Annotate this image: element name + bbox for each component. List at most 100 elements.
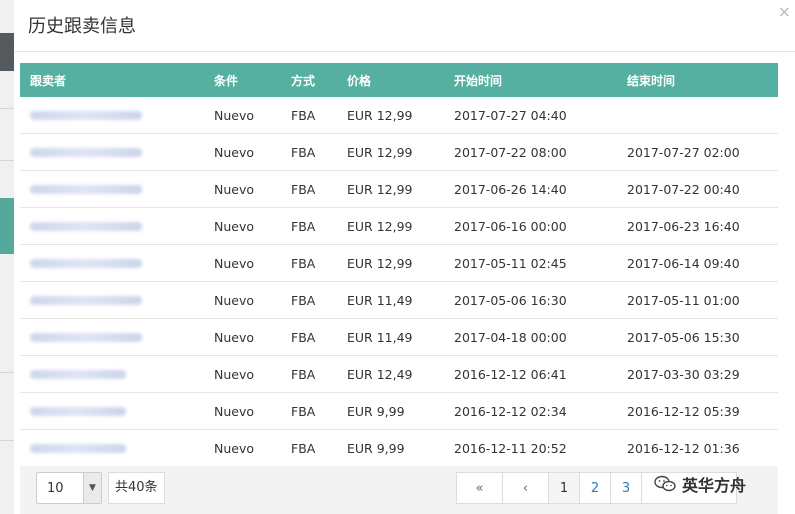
close-icon[interactable]: × (778, 4, 791, 20)
mode-cell: FBA (291, 292, 316, 308)
background-divider (0, 440, 14, 441)
page-button-2[interactable]: 2 (579, 472, 611, 504)
prev-page-button[interactable]: ‹ (502, 472, 549, 504)
condition-cell: Nuevo (214, 107, 255, 123)
background-divider (0, 108, 14, 109)
end-time-cell: 2017-07-27 02:00 (627, 144, 740, 160)
condition-cell: Nuevo (214, 218, 255, 234)
condition-cell: Nuevo (214, 329, 255, 345)
total-count: 共40条 (108, 472, 165, 504)
seller-cell (20, 182, 200, 197)
redacted-seller-name (30, 369, 126, 379)
page-button-1[interactable]: 1 (548, 472, 580, 504)
table-row: Nuevo FBA EUR 11,49 2017-04-18 00:00 2017-05… (20, 319, 778, 356)
chevron-down-icon[interactable]: ▼ (83, 473, 101, 503)
start-time-cell: 2017-07-27 04:40 (454, 107, 567, 123)
table-header: 跟卖者 条件 方式 价格 开始时间 结束时间 (20, 63, 778, 97)
column-header-price[interactable]: 价格 (333, 72, 440, 89)
end-time-cell: 2017-05-11 01:00 (627, 292, 740, 308)
end-time-cell: 2016-12-12 05:39 (627, 403, 740, 419)
seller-cell (20, 441, 200, 456)
background-dark-button (0, 33, 14, 71)
condition-cell: Nuevo (214, 440, 255, 456)
mode-cell: FBA (291, 144, 316, 160)
mode-cell: FBA (291, 366, 316, 382)
seller-cell (20, 404, 200, 419)
redacted-seller-name (30, 295, 142, 305)
price-cell: EUR 12,99 (347, 107, 413, 123)
column-header-end-time[interactable]: 结束时间 (613, 72, 778, 89)
seller-cell (20, 293, 200, 308)
seller-cell (20, 256, 200, 271)
redacted-seller-name (30, 221, 142, 231)
end-time-cell: 2016-12-12 01:36 (627, 440, 740, 456)
mode-cell: FBA (291, 218, 316, 234)
redacted-seller-name (30, 110, 142, 120)
condition-cell: Nuevo (214, 181, 255, 197)
background-divider (0, 160, 14, 161)
end-time-cell: 2017-07-22 00:40 (627, 181, 740, 197)
table-row: Nuevo FBA EUR 11,49 2017-05-06 16:30 2017-05… (20, 282, 778, 319)
mode-cell: FBA (291, 181, 316, 197)
price-cell: EUR 11,49 (347, 329, 413, 345)
price-cell: EUR 12,99 (347, 255, 413, 271)
table-row: Nuevo FBA EUR 12,99 2017-07-27 04:40 (20, 97, 778, 134)
end-time-cell: 2017-06-14 09:40 (627, 255, 740, 271)
table-row: Nuevo FBA EUR 12,99 2017-05-11 02:45 2017-06… (20, 245, 778, 282)
history-table: 跟卖者 条件 方式 价格 开始时间 结束时间 Nuevo FBA EUR 12,99… (20, 63, 778, 467)
page-button-3[interactable]: 3 (610, 472, 642, 504)
start-time-cell: 2017-05-06 16:30 (454, 292, 567, 308)
table-body: Nuevo FBA EUR 12,99 2017-07-27 04:40 Nuevo FB… (20, 97, 778, 467)
start-time-cell: 2016-12-12 06:41 (454, 366, 567, 382)
watermark-text: 英华方舟 (682, 476, 747, 495)
modal-title: 历史跟卖信息 (28, 16, 136, 37)
wechat-icon (654, 475, 676, 493)
seller-cell (20, 219, 200, 234)
column-header-condition[interactable]: 条件 (200, 72, 277, 89)
seller-cell (20, 145, 200, 160)
table-footer: 10 ▼ 共40条 « ‹ 1 2 3 英华方舟 (20, 466, 778, 514)
start-time-cell: 2017-07-22 08:00 (454, 144, 567, 160)
mode-cell: FBA (291, 255, 316, 271)
table-row: Nuevo FBA EUR 9,99 2016-12-12 02:34 2016-12-… (20, 393, 778, 430)
end-time-cell: 2017-03-30 03:29 (627, 366, 740, 382)
price-cell: EUR 12,99 (347, 218, 413, 234)
mode-cell: FBA (291, 403, 316, 419)
first-page-button[interactable]: « (456, 472, 503, 504)
mode-cell: FBA (291, 440, 316, 456)
page-size-value: 10 (47, 481, 64, 496)
page-size-select[interactable]: 10 ▼ (36, 472, 102, 504)
condition-cell: Nuevo (214, 255, 255, 271)
seller-cell (20, 108, 200, 123)
price-cell: EUR 9,99 (347, 440, 405, 456)
condition-cell: Nuevo (214, 366, 255, 382)
price-cell: EUR 12,49 (347, 366, 413, 382)
end-time-cell: 2017-06-23 16:40 (627, 218, 740, 234)
price-cell: EUR 9,99 (347, 403, 405, 419)
column-header-mode[interactable]: 方式 (277, 72, 333, 89)
price-cell: EUR 11,49 (347, 292, 413, 308)
redacted-seller-name (30, 258, 142, 268)
price-cell: EUR 12,99 (347, 144, 413, 160)
mode-cell: FBA (291, 329, 316, 345)
start-time-cell: 2017-06-26 14:40 (454, 181, 567, 197)
background-divider (0, 372, 14, 373)
column-header-start-time[interactable]: 开始时间 (440, 72, 613, 89)
table-row: Nuevo FBA EUR 12,99 2017-06-16 00:00 2017-06… (20, 208, 778, 245)
start-time-cell: 2017-04-18 00:00 (454, 329, 567, 345)
end-time-cell: 2017-05-06 15:30 (627, 329, 740, 345)
table-row: Nuevo FBA EUR 12,49 2016-12-12 06:41 2017-03… (20, 356, 778, 393)
seller-cell (20, 330, 200, 345)
start-time-cell: 2017-05-11 02:45 (454, 255, 567, 271)
modal-header: 历史跟卖信息 × (14, 0, 795, 52)
table-row: Nuevo FBA EUR 12,99 2017-07-22 08:00 2017-07… (20, 134, 778, 171)
start-time-cell: 2016-12-12 02:34 (454, 403, 567, 419)
mode-cell: FBA (291, 107, 316, 123)
table-row: Nuevo FBA EUR 9,99 2016-12-11 20:52 2016-12-… (20, 430, 778, 467)
condition-cell: Nuevo (214, 403, 255, 419)
column-header-seller[interactable]: 跟卖者 (20, 72, 200, 89)
redacted-seller-name (30, 184, 142, 194)
condition-cell: Nuevo (214, 292, 255, 308)
redacted-seller-name (30, 406, 126, 416)
background-page (0, 0, 14, 514)
